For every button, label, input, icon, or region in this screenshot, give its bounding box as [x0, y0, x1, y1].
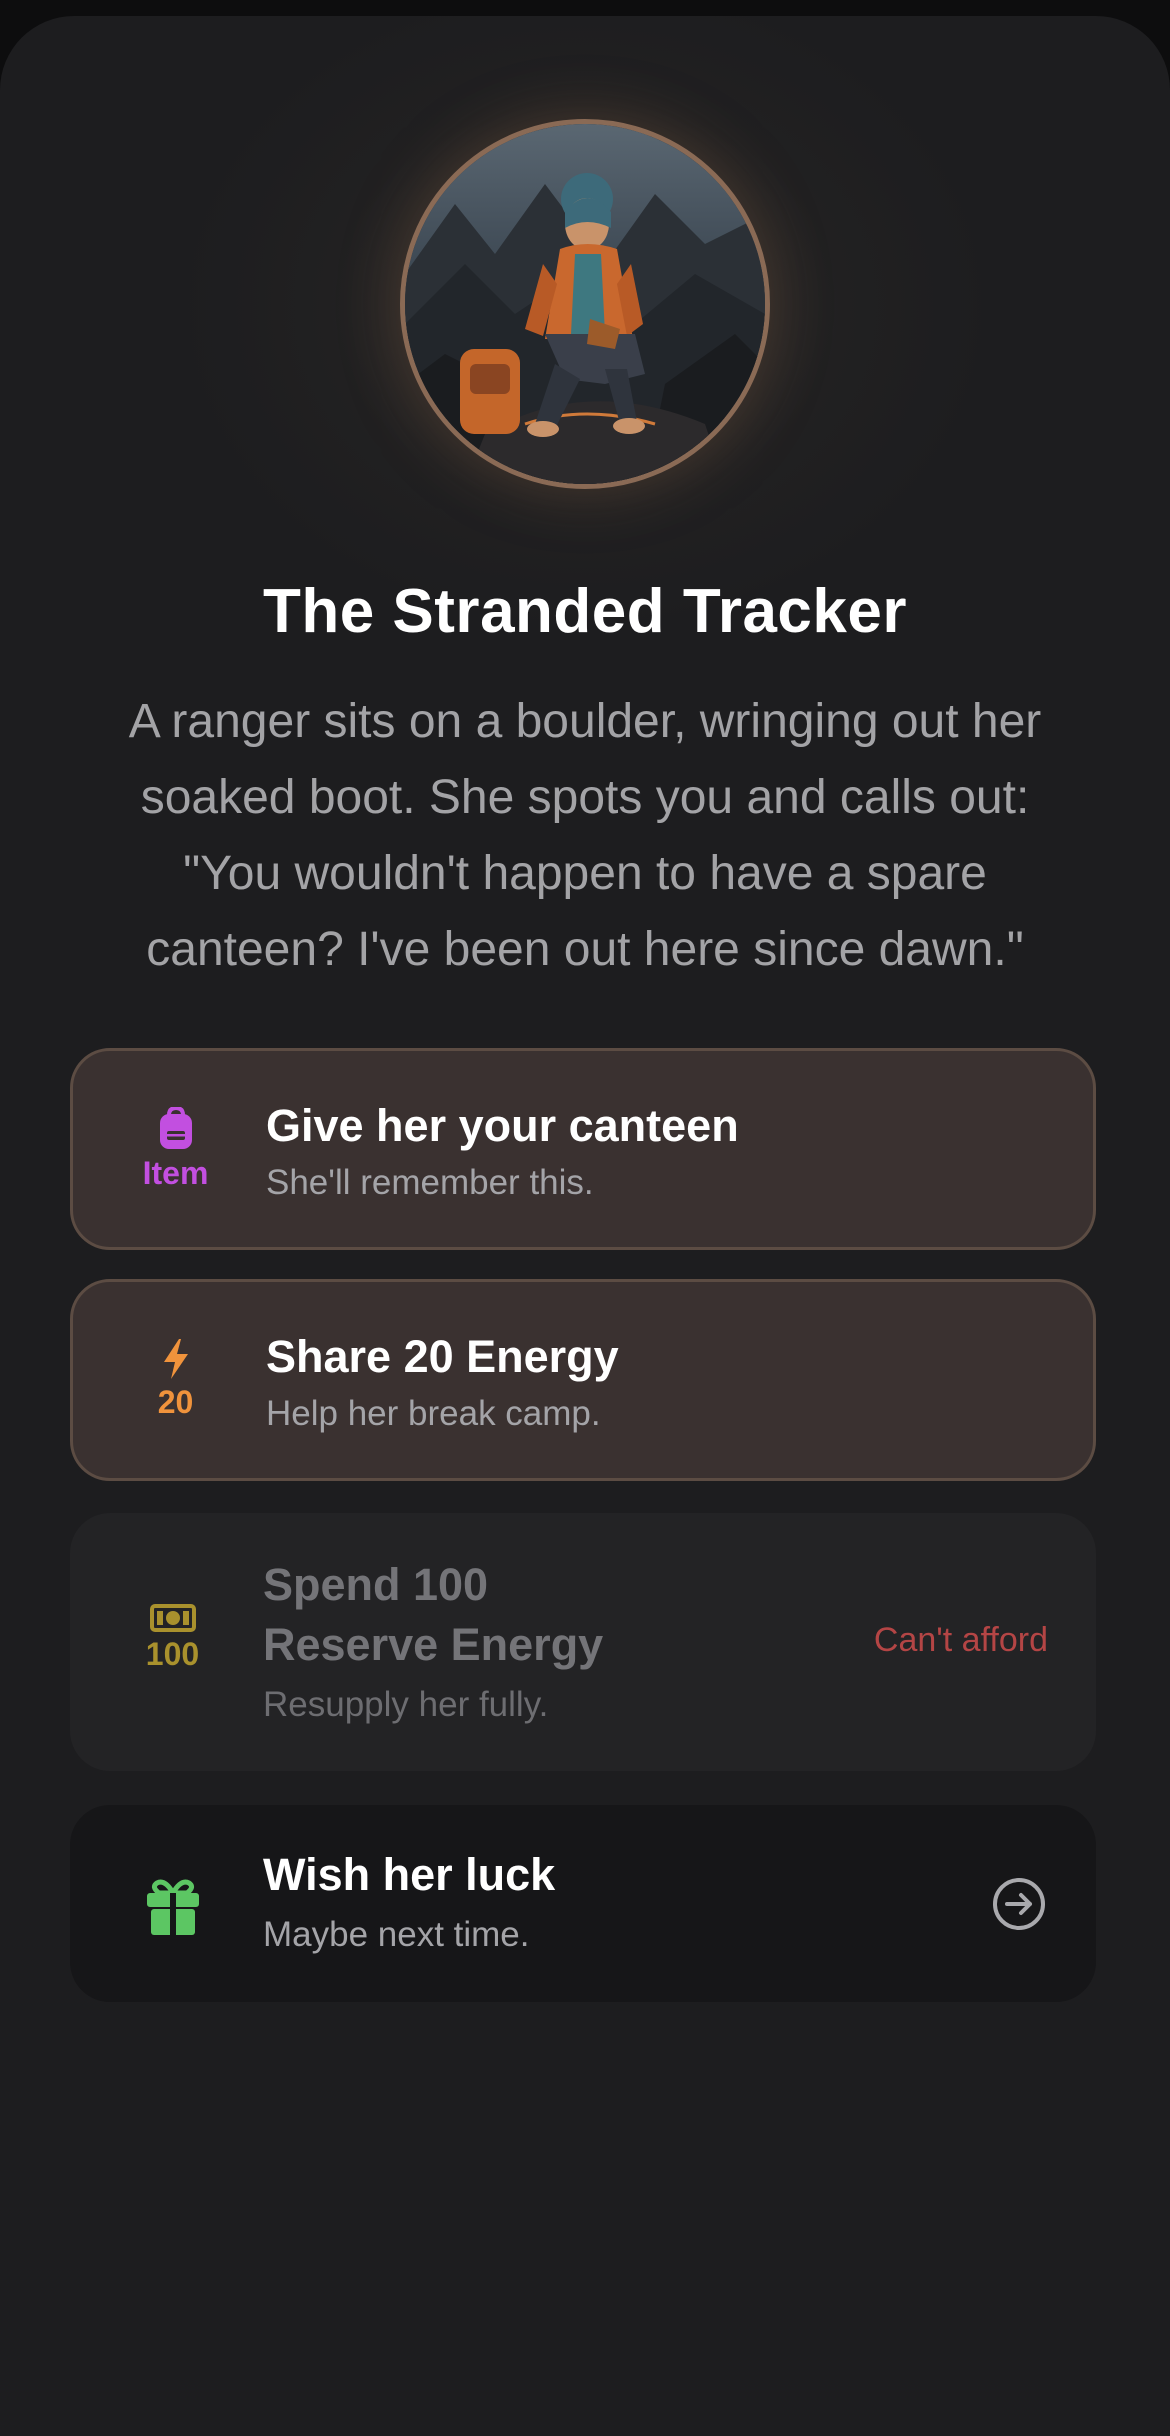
cant-afford-status: Can't afford: [873, 1621, 1048, 1659]
event-sheet: The Stranded Tracker A ranger sits on a …: [0, 16, 1170, 2436]
option-label: Share 20 Energy: [266, 1331, 619, 1382]
cost-label: Item: [142, 1155, 209, 1191]
cost-label: 20: [157, 1384, 194, 1420]
cost-label: 100: [145, 1636, 200, 1672]
option-spend-reserve: 100 Spend 100 Reserve Energy Resupply he…: [70, 1513, 1096, 1771]
arrow-right-circle-icon[interactable]: [992, 1877, 1046, 1931]
ranger-portrait: [400, 119, 770, 489]
event-description: A ranger sits on a boulder, wringing out…: [128, 695, 1042, 976]
option-give-canteen[interactable]: Item Give her your canteen She'll rememb…: [70, 1048, 1096, 1250]
option-sub: She'll remember this.: [266, 1163, 594, 1202]
lightning-icon: [163, 1339, 188, 1379]
option-label: Wish her luck: [263, 1849, 556, 1900]
event-title: The Stranded Tracker: [262, 577, 908, 646]
cost-badge: 20: [103, 1338, 248, 1421]
option-sub: Maybe next time.: [263, 1915, 530, 1954]
option-label-line-2: Reserve Energy: [263, 1619, 604, 1670]
option-share-energy[interactable]: 20 Share 20 Energy Help her break camp.: [70, 1279, 1096, 1481]
option-label: Spend 100 Reserve Energy: [263, 1555, 603, 1675]
option-label: Give her your canteen: [266, 1100, 739, 1151]
option-sub: Help her break camp.: [266, 1394, 601, 1433]
cash-icon: [149, 1604, 196, 1632]
gift-badge: [100, 1877, 245, 1937]
option-wish-luck[interactable]: Wish her luck Maybe next time.: [70, 1805, 1096, 2002]
option-label-line-1: Spend 100: [263, 1559, 489, 1610]
cost-badge: 100: [100, 1604, 245, 1673]
cost-badge: Item: [103, 1107, 248, 1192]
gift-icon: [146, 1879, 199, 1935]
option-sub: Resupply her fully.: [263, 1685, 549, 1724]
backpack-icon: [159, 1107, 192, 1149]
